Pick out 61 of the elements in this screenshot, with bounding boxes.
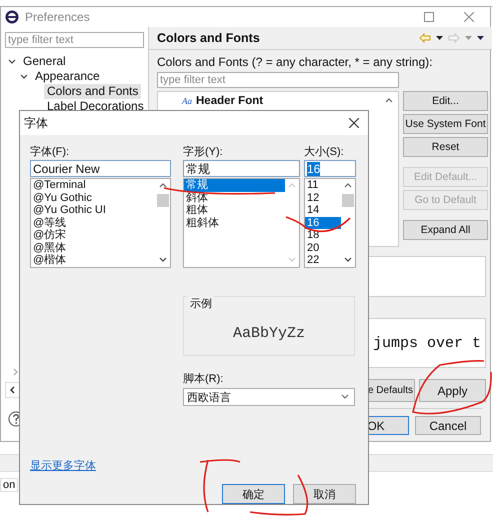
preview-text: jumps over t: [372, 334, 481, 352]
input-field[interactable]: Courier New: [30, 160, 171, 177]
filter-field[interactable]: type filter text: [157, 72, 399, 88]
field-label: 字形(Y):: [183, 145, 224, 160]
list-item[interactable]: @Terminal: [31, 179, 156, 192]
description-text: Colors and Fonts (? = any character, * = any string):: [157, 55, 434, 69]
list-item[interactable]: 22: [305, 254, 341, 266]
close-icon: [349, 118, 359, 128]
list-item[interactable]: 11: [305, 179, 341, 192]
tree-item[interactable]: Colors and Fonts: [44, 84, 142, 99]
list-item[interactable]: @等线: [31, 216, 156, 229]
scroll-thumb[interactable]: [157, 194, 169, 207]
list-item[interactable]: 粗体: [184, 204, 285, 216]
arrow-right-icon: [448, 33, 460, 43]
font-icon: Aa: [182, 96, 192, 106]
tree-item[interactable]: Label Decorations: [44, 99, 147, 114]
input-field[interactable]: 常规: [183, 160, 300, 177]
field-label: 大小(S):: [304, 145, 345, 160]
list-item[interactable]: 粗斜体: [184, 216, 285, 229]
cancel-button[interactable]: Cancel: [415, 416, 481, 435]
tree-item[interactable]: Appearance: [32, 69, 103, 84]
list-item[interactable]: @Yu Gothic: [31, 192, 156, 204]
list-item[interactable]: 14: [305, 204, 341, 216]
caret-down-icon: [465, 36, 472, 40]
search-field[interactable]: type filter text: [5, 32, 144, 48]
side-button[interactable]: Expand All: [403, 220, 488, 240]
side-button[interactable]: Use System Font: [403, 114, 488, 134]
list-item[interactable]: 16: [305, 216, 341, 229]
arrow-left-icon: [419, 33, 431, 43]
field-label: 脚本(R):: [183, 372, 224, 387]
apply-button[interactable]: Apply: [419, 379, 486, 402]
scroll-thumb[interactable]: [342, 194, 354, 207]
caret-down-icon: [436, 36, 443, 40]
list-item[interactable]: @楷体: [31, 254, 156, 266]
more-fonts-link[interactable]: 显示更多字体: [30, 458, 96, 473]
status-text: on: [0, 478, 18, 492]
list-item[interactable]: @黑体: [31, 242, 156, 254]
input-field[interactable]: 16: [304, 160, 356, 177]
page-title: Colors and Fonts: [157, 31, 260, 45]
tree-item[interactable]: General: [20, 54, 69, 69]
side-button[interactable]: Edit...: [403, 91, 488, 111]
list-item[interactable]: 12: [305, 192, 341, 204]
list-item[interactable]: Header Font: [196, 95, 264, 107]
dialog-title: 字体: [24, 114, 48, 132]
app-icon: [5, 10, 19, 24]
menu-icon: [477, 36, 484, 40]
list-item[interactable]: @Yu Gothic UI: [31, 204, 156, 216]
cancel-button[interactable]: 取消: [293, 484, 356, 504]
script-dropdown[interactable]: 西欧语言: [183, 388, 355, 406]
field-label: 字体(F):: [30, 145, 70, 160]
window-title: Preferences: [25, 10, 90, 24]
side-button[interactable]: Reset: [403, 137, 488, 157]
list-item[interactable]: 20: [305, 242, 341, 254]
group-label: 示例: [188, 296, 214, 311]
maximize-icon: [424, 12, 434, 22]
close-icon: [464, 12, 474, 22]
confirm-button[interactable]: 确定: [222, 484, 285, 504]
list-item[interactable]: 常规: [184, 179, 285, 192]
sample-text: AaBbYyZz: [232, 325, 305, 342]
list-item[interactable]: 斜体: [184, 192, 285, 204]
list-item[interactable]: @仿宋: [31, 229, 156, 242]
